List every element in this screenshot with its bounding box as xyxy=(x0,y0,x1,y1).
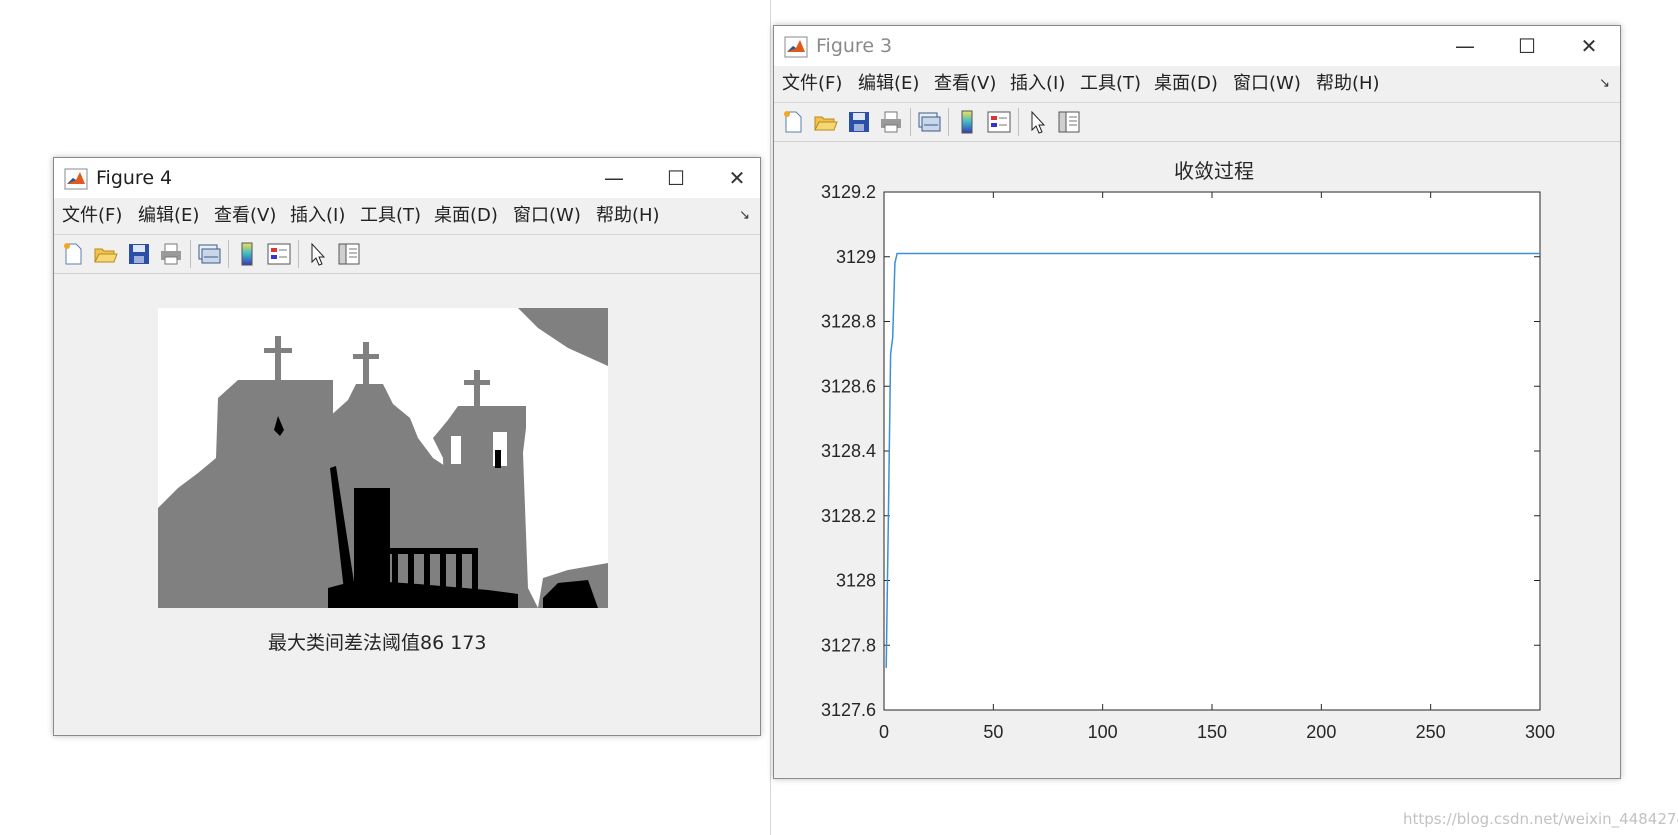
dock-arrow-icon[interactable]: ↘ xyxy=(739,208,750,223)
y-tick-label: 3128.8 xyxy=(821,312,876,332)
menu-tools[interactable]: 工具(T) xyxy=(360,206,421,226)
colorbar-icon[interactable] xyxy=(234,241,260,267)
matlab-icon xyxy=(784,36,808,58)
toolbar-separator xyxy=(910,108,911,136)
link-plot-icon[interactable] xyxy=(196,241,222,267)
open-file-icon[interactable] xyxy=(92,241,118,267)
menu-help[interactable]: 帮助(H) xyxy=(1316,74,1380,94)
pointer-icon[interactable] xyxy=(1024,109,1050,135)
toolbar-separator xyxy=(948,108,949,136)
watermark: https://blog.csdn.net/weixin_44842748 xyxy=(1403,810,1678,828)
property-editor-icon[interactable] xyxy=(1056,109,1082,135)
legend-icon[interactable] xyxy=(986,109,1012,135)
y-tick-label: 3128 xyxy=(836,571,876,591)
y-tick-label: 3127.8 xyxy=(821,635,876,655)
menu-window[interactable]: 窗口(W) xyxy=(1233,74,1301,94)
figure3-toolbar xyxy=(774,103,1620,142)
menu-desktop[interactable]: 桌面(D) xyxy=(1154,74,1218,94)
figure3-titlebar[interactable]: Figure 3 — ☐ ✕ xyxy=(774,26,1620,66)
figure4-titlebar[interactable]: Figure 4 — ☐ ✕ xyxy=(54,158,760,198)
figure3-canvas: 收敛过程 3127.6 3127.8 3128 3128.2 3128.4 3128.6 3… xyxy=(774,142,1620,778)
toolbar-separator xyxy=(228,240,229,268)
property-editor-icon[interactable] xyxy=(336,241,362,267)
menu-view[interactable]: 查看(V) xyxy=(214,206,276,226)
colorbar-icon[interactable] xyxy=(954,109,980,135)
chart-title: 收敛过程 xyxy=(1174,160,1254,183)
x-tick-label: 200 xyxy=(1306,722,1336,742)
open-file-icon[interactable] xyxy=(812,109,838,135)
y-tick-label: 3128.6 xyxy=(821,376,876,396)
menu-insert[interactable]: 插入(I) xyxy=(1010,74,1065,94)
y-tick-label: 3129.2 xyxy=(821,182,876,202)
window-title: Figure 3 xyxy=(816,35,893,57)
menu-file[interactable]: 文件(F) xyxy=(782,74,842,94)
minimize-button[interactable]: — xyxy=(583,158,645,198)
y-tick-label: 3127.6 xyxy=(821,700,876,720)
x-tick-label: 50 xyxy=(983,722,1003,742)
y-tick-label: 3128.2 xyxy=(821,506,876,526)
link-plot-icon[interactable] xyxy=(916,109,942,135)
matlab-icon xyxy=(64,168,88,190)
menu-insert[interactable]: 插入(I) xyxy=(290,206,345,226)
figure4-toolbar xyxy=(54,235,760,274)
toolbar-separator xyxy=(1018,108,1019,136)
toolbar-separator xyxy=(298,240,299,268)
new-figure-icon[interactable] xyxy=(780,109,806,135)
menu-edit[interactable]: 编辑(E) xyxy=(858,74,919,94)
figure4-menubar: 文件(F) 编辑(E) 查看(V) 插入(I) 工具(T) 桌面(D) 窗口(W… xyxy=(54,198,760,235)
save-icon[interactable] xyxy=(846,109,872,135)
figure3-menubar: 文件(F) 编辑(E) 查看(V) 插入(I) 工具(T) 桌面(D) 窗口(W… xyxy=(774,66,1620,103)
maximize-button[interactable]: ☐ xyxy=(1496,26,1558,66)
segmented-image xyxy=(158,308,608,608)
y-tick-label: 3128.4 xyxy=(821,441,876,461)
figure4-canvas: 最大类间差法阈值86 173 xyxy=(54,274,760,735)
y-tick-label: 3129 xyxy=(836,247,876,267)
window-title: Figure 4 xyxy=(96,167,173,189)
toolbar-separator xyxy=(190,240,191,268)
close-button[interactable]: ✕ xyxy=(1558,26,1620,66)
menu-help[interactable]: 帮助(H) xyxy=(596,206,660,226)
figure3-window[interactable]: Figure 3 — ☐ ✕ 文件(F) 编辑(E) 查看(V) 插入(I) 工… xyxy=(773,25,1621,779)
convergence-chart: 收敛过程 3127.6 3127.8 3128 3128.2 3128.4 3128.6 3… xyxy=(821,160,1555,742)
legend-icon[interactable] xyxy=(266,241,292,267)
image-caption: 最大类间差法阈值86 173 xyxy=(268,632,487,654)
desktop-divider xyxy=(770,0,771,835)
print-icon[interactable] xyxy=(158,241,184,267)
save-icon[interactable] xyxy=(126,241,152,267)
plot-area xyxy=(883,191,1541,711)
menu-edit[interactable]: 编辑(E) xyxy=(138,206,199,226)
close-button[interactable]: ✕ xyxy=(706,158,768,198)
dock-arrow-icon[interactable]: ↘ xyxy=(1599,76,1610,91)
figure4-window[interactable]: Figure 4 — ☐ ✕ 文件(F) 编辑(E) 查看(V) 插入(I) 工… xyxy=(53,157,761,736)
menu-file[interactable]: 文件(F) xyxy=(62,206,122,226)
menu-window[interactable]: 窗口(W) xyxy=(513,206,581,226)
menu-view[interactable]: 查看(V) xyxy=(934,74,996,94)
x-tick-label: 0 xyxy=(879,722,889,742)
print-icon[interactable] xyxy=(878,109,904,135)
x-tick-label: 100 xyxy=(1088,722,1118,742)
new-figure-icon[interactable] xyxy=(60,241,86,267)
x-tick-label: 150 xyxy=(1197,722,1227,742)
menu-tools[interactable]: 工具(T) xyxy=(1080,74,1141,94)
pointer-icon[interactable] xyxy=(304,241,330,267)
minimize-button[interactable]: — xyxy=(1434,26,1496,66)
maximize-button[interactable]: ☐ xyxy=(645,158,707,198)
x-tick-label: 300 xyxy=(1525,722,1555,742)
menu-desktop[interactable]: 桌面(D) xyxy=(434,206,498,226)
x-tick-label: 250 xyxy=(1416,722,1446,742)
